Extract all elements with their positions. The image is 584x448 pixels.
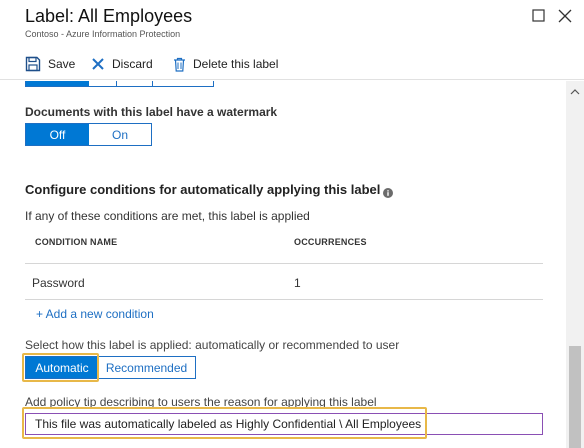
- previous-option-toggle[interactable]: [25, 81, 214, 87]
- scroll-up-icon[interactable]: [570, 84, 580, 95]
- page-title: Label: All Employees: [25, 6, 193, 26]
- discard-icon: [92, 58, 104, 70]
- discard-button[interactable]: Discard: [91, 55, 153, 73]
- table-divider: [25, 263, 543, 264]
- vertical-scrollbar[interactable]: [566, 81, 584, 448]
- recommended-option[interactable]: Recommended: [98, 357, 195, 378]
- apply-mode-label: Select how this label is applied: automa…: [25, 338, 400, 352]
- delete-label: Delete this label: [193, 57, 279, 71]
- watermark-toggle: Off On: [25, 123, 152, 146]
- trash-icon: [174, 57, 185, 72]
- close-icon[interactable]: [557, 8, 573, 24]
- conditions-section-title: Configure conditions for automatically a…: [25, 182, 381, 197]
- save-icon: [25, 56, 41, 72]
- page-subtitle: Contoso - Azure Information Protection: [25, 29, 181, 39]
- condition-name-cell[interactable]: Password: [32, 276, 85, 290]
- delete-label-button[interactable]: Delete this label: [173, 55, 278, 73]
- policy-tip-input[interactable]: [25, 413, 543, 435]
- blade-header: Label: All Employees Contoso - Azure Inf…: [0, 0, 584, 46]
- info-icon[interactable]: [383, 185, 393, 198]
- table-divider: [25, 299, 543, 300]
- column-header-condition-name: CONDITION NAME: [35, 237, 118, 247]
- conditions-description: If any of these conditions are met, this…: [25, 209, 310, 223]
- scrollbar-thumb[interactable]: [569, 346, 581, 448]
- save-button[interactable]: Save: [25, 55, 75, 73]
- save-label: Save: [48, 57, 76, 71]
- command-bar: Save Discard Delete this label: [0, 48, 584, 80]
- discard-label: Discard: [112, 57, 153, 71]
- column-header-occurrences: OCCURRENCES: [294, 237, 367, 247]
- automatic-highlight: [22, 353, 99, 382]
- condition-occurrences-cell: 1: [294, 276, 301, 290]
- watermark-on-option[interactable]: On: [89, 124, 151, 145]
- policy-tip-label: Add policy tip describing to users the r…: [25, 395, 377, 409]
- watermark-label: Documents with this label have a waterma…: [25, 105, 278, 119]
- add-condition-link[interactable]: + Add a new condition: [36, 307, 154, 321]
- watermark-off-option[interactable]: Off: [26, 124, 89, 145]
- blade-content: Documents with this label have a waterma…: [0, 81, 566, 448]
- maximize-icon[interactable]: [531, 8, 547, 24]
